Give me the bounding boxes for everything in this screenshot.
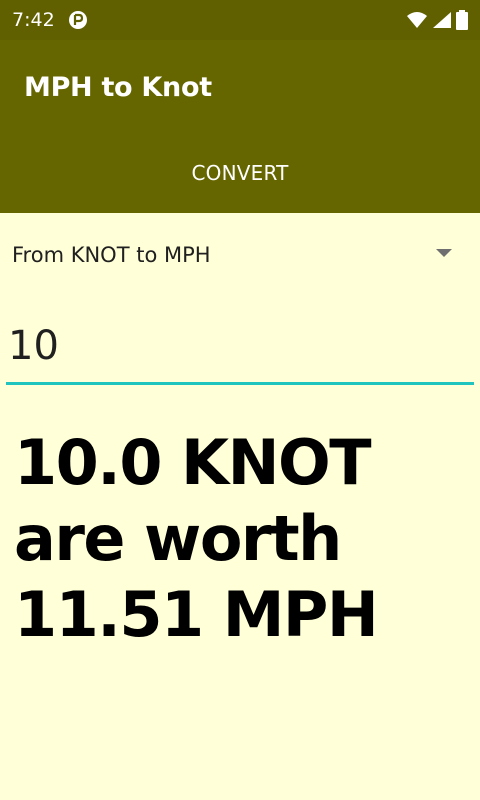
app-bar: MPH to Knot: [0, 40, 480, 133]
value-input[interactable]: 10: [6, 304, 474, 385]
dropdown-selected-value: From KNOT to MPH: [12, 243, 211, 267]
app-title: MPH to Knot: [24, 72, 212, 103]
input-value-text: 10: [8, 323, 59, 369]
wifi-icon: [402, 11, 428, 29]
battery-icon: [452, 10, 468, 30]
conversion-direction-dropdown[interactable]: From KNOT to MPH: [0, 216, 480, 292]
status-time: 7:42: [12, 9, 55, 31]
signal-icon: [428, 11, 452, 29]
notification-icon: [68, 10, 88, 30]
tab-convert[interactable]: CONVERT: [0, 133, 480, 213]
status-icons: [402, 9, 468, 31]
tab-strip: CONVERT: [0, 133, 480, 213]
status-bar: 7:42: [0, 0, 480, 40]
dropdown-arrow-icon: [436, 249, 452, 257]
conversion-result: 10.0 KNOT are worth 11.51 MPH: [14, 426, 379, 651]
